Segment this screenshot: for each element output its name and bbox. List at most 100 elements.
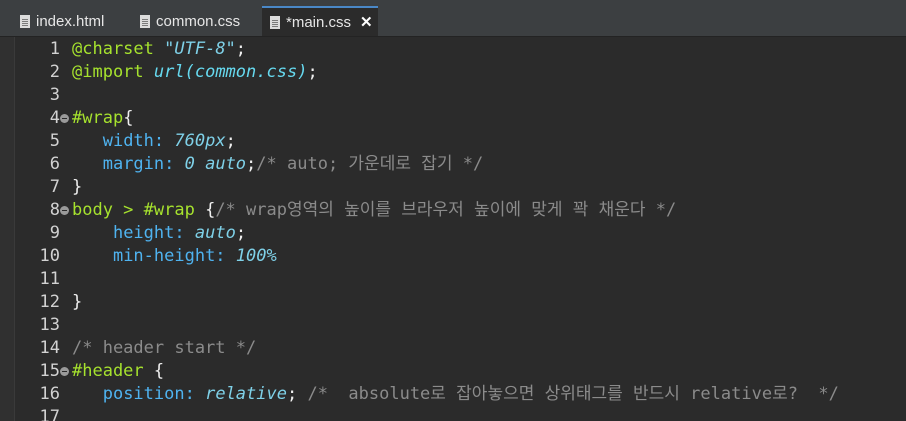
tab-common-css[interactable]: common.css <box>134 6 260 36</box>
code-token: "UTF-8" <box>164 39 236 59</box>
code-line[interactable]: 17 <box>0 406 906 421</box>
code-text: position: relative; /* absolute로 잡아놓으면 상… <box>72 383 839 406</box>
code-token: url(common.css) <box>153 62 308 82</box>
line-number: 10 <box>39 246 60 266</box>
code-token: /* header start */ <box>72 338 257 358</box>
code-line[interactable]: 7} <box>0 176 906 199</box>
line-number: 16 <box>39 384 60 404</box>
code-text: margin: 0 auto;/* auto; 가운데로 잡기 */ <box>72 153 483 176</box>
line-number: 7 <box>49 177 60 197</box>
line-number: 17 <box>39 407 60 421</box>
line-number: 2 <box>49 62 60 82</box>
code-text: @import url(common.css); <box>72 61 318 84</box>
code-token: width: <box>102 131 165 151</box>
code-token: body > #wrap <box>72 200 195 220</box>
code-token: } <box>72 177 83 197</box>
code-line[interactable]: 13 <box>0 314 906 337</box>
code-token: @import <box>72 62 144 82</box>
code-text: width: 760px; <box>72 130 236 153</box>
code-line[interactable]: 2 @import url(common.css); <box>0 61 906 84</box>
code-text: #header { <box>72 360 164 383</box>
code-line[interactable]: 12} <box>0 291 906 314</box>
code-token: } <box>72 292 83 312</box>
file-icon <box>140 14 150 28</box>
line-number: 15 <box>39 361 60 381</box>
code-token: auto <box>194 223 236 243</box>
editor-window: index.html common.css *main.css ✕ 1 @char… <box>0 0 906 421</box>
line-number: 11 <box>39 269 60 289</box>
code-line[interactable]: 5 width: 760px; <box>0 130 906 153</box>
tab-index-html[interactable]: index.html <box>14 6 132 36</box>
code-token: ; <box>286 384 308 404</box>
fold-collapse-icon[interactable] <box>60 206 69 215</box>
line-number: 13 <box>39 315 60 335</box>
code-token: ; <box>225 131 236 151</box>
code-line[interactable]: 6 margin: 0 auto;/* auto; 가운데로 잡기 */ <box>0 153 906 176</box>
line-number: 4 <box>49 108 60 128</box>
line-number: 9 <box>49 223 60 243</box>
code-token: position: <box>102 384 195 404</box>
code-text: /* header start */ <box>72 337 256 360</box>
tab-label: *main.css <box>286 13 352 31</box>
code-line[interactable]: 9 height: auto; <box>0 222 906 245</box>
code-token: #header <box>72 361 144 381</box>
code-token: ; <box>235 39 247 59</box>
code-token: 760px <box>174 131 226 151</box>
code-line[interactable]: 11 <box>0 268 906 291</box>
line-number: 8 <box>49 200 60 220</box>
line-number: 14 <box>39 338 60 358</box>
tab-bar: index.html common.css *main.css ✕ <box>0 0 906 37</box>
code-line[interactable]: 8 body > #wrap {/* wrap영역의 높이를 브라우저 높이에 맞… <box>0 199 906 222</box>
code-line[interactable]: 4 #wrap{ <box>0 107 906 130</box>
close-icon[interactable]: ✕ <box>360 13 373 31</box>
code-line[interactable]: 15 #header { <box>0 360 906 383</box>
code-token: relative <box>205 384 287 404</box>
line-number: 5 <box>49 131 60 151</box>
code-text: height: auto; <box>72 222 246 245</box>
line-number: 12 <box>39 292 60 312</box>
code-text: min-height: 100% <box>72 245 277 268</box>
code-token: { <box>194 200 216 220</box>
code-line[interactable]: 16 position: relative; /* absolute로 잡아놓으… <box>0 383 906 406</box>
fold-collapse-icon[interactable] <box>60 367 69 376</box>
code-area[interactable]: 1 @charset "UTF-8"; 2 @import url(common.cs… <box>0 38 906 421</box>
tab-label: common.css <box>156 12 241 30</box>
code-line[interactable]: 1 @charset "UTF-8"; <box>0 38 906 61</box>
code-token: ; <box>235 223 247 243</box>
code-text: body > #wrap {/* wrap영역의 높이를 브라우저 높이에 맞게… <box>72 199 676 222</box>
code-token: /* wrap영역의 높이를 브라우저 높이에 맞게 꽉 채운다 */ <box>215 200 677 220</box>
code-line[interactable]: 3 <box>0 84 906 107</box>
file-icon <box>20 14 30 28</box>
code-token: min-height: <box>112 246 226 266</box>
code-token: /* auto; 가운데로 잡기 */ <box>256 154 484 174</box>
code-line[interactable]: 10 min-height: 100% <box>0 245 906 268</box>
line-number: 3 <box>49 85 60 105</box>
code-token: #wrap <box>72 108 124 128</box>
line-number: 1 <box>49 39 60 59</box>
code-token: 0 auto <box>184 154 247 174</box>
code-token: { <box>143 361 165 381</box>
code-token: ; <box>246 154 257 174</box>
code-token: /* absolute로 잡아놓으면 상위태그를 반드시 relative로? … <box>307 384 839 404</box>
code-line[interactable]: 14 /* header start */ <box>0 337 906 360</box>
code-text: #wrap{ <box>72 107 133 130</box>
code-token: @charset <box>72 39 154 59</box>
file-icon <box>270 15 280 29</box>
code-token: margin: <box>102 154 175 174</box>
code-text: @charset "UTF-8"; <box>72 38 246 61</box>
code-text: } <box>72 291 82 314</box>
line-number: 6 <box>49 154 60 174</box>
fold-collapse-icon[interactable] <box>60 114 69 123</box>
tab-main-css[interactable]: *main.css ✕ <box>262 6 378 36</box>
